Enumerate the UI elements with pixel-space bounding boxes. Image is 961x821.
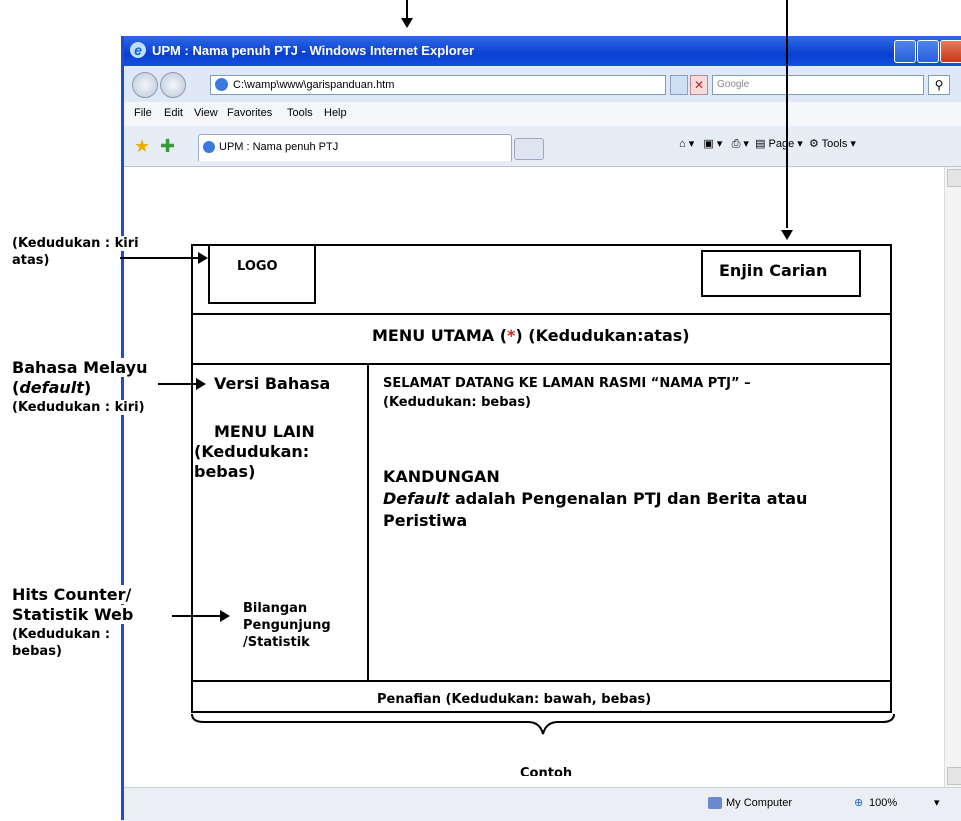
bottom-brace [191, 713, 895, 735]
forward-button[interactable] [160, 72, 186, 98]
tools-menu-label: Tools [821, 138, 848, 150]
menu-tools[interactable]: Tools [287, 107, 313, 119]
zoom-level[interactable]: 100% [869, 797, 897, 809]
truncated-caption: Contoh [520, 762, 590, 776]
annotation-language-line2: (default) [12, 378, 92, 397]
visitor-count-line3: /Statistik [243, 635, 310, 650]
search-engine-label: Enjin Carian [719, 261, 828, 280]
tools-menu-button[interactable]: ⚙ Tools ▾ [809, 138, 856, 150]
back-button[interactable] [132, 72, 158, 98]
new-tab-button[interactable] [514, 138, 544, 160]
stop-button[interactable]: ✕ [690, 75, 708, 95]
annotation-hits-line1: Hits Counter/ [12, 585, 134, 604]
language-version-label: Versi Bahasa [214, 374, 331, 393]
content-default-word: Default [383, 489, 450, 508]
page-menu-label: Page [768, 138, 795, 150]
tab-title: UPM : Nama penuh PTJ [219, 141, 339, 153]
annotation-default-word: default [19, 378, 84, 397]
add-favorites-icon[interactable]: ✚ [160, 136, 175, 157]
close-button[interactable] [940, 40, 961, 63]
command-bar: ⌂ ▾ ▣ ▾ ⎙ ▾ ▤ Page ▾ ⚙ Tools ▾ [679, 137, 856, 151]
zoom-dropdown-icon[interactable]: ▾ [934, 796, 940, 809]
disclaimer-label: Penafian (Kedudukan: bawah, bebas) [377, 692, 652, 707]
search-engine-box: Enjin Carian [701, 250, 861, 297]
minimize-button[interactable] [894, 40, 916, 63]
visitor-count-line2: Pengunjung [243, 618, 331, 633]
computer-icon [708, 797, 722, 809]
main-menu-suffix: ) (Kedudukan:atas) [515, 326, 690, 345]
print-icon[interactable]: ⎙ ▾ [732, 138, 749, 150]
main-menu-prefix: MENU UTAMA ( [372, 326, 508, 345]
page-menu-button[interactable]: ▤ Page ▾ [755, 138, 803, 150]
ie-logo-icon: e [130, 42, 146, 58]
pointer-line-top-left [406, 0, 408, 20]
address-field[interactable]: C:\wamp\www\garispanduan.htm [210, 75, 666, 95]
search-icon[interactable]: ⚲ [928, 75, 950, 95]
annotation-hits-line2: Statistik Web [12, 605, 136, 624]
welcome-line2: (Kedudukan: bebas) [383, 395, 532, 410]
content-description-line2: Peristiwa [383, 511, 468, 530]
menu-bar: File Edit View Favorites Tools Help [124, 102, 961, 127]
content-description-line1: Default adalah Pengenalan PTJ dan Berita… [383, 489, 807, 508]
logo-label: LOGO [237, 259, 278, 274]
header-divider [193, 313, 890, 315]
favorites-star-icon[interactable]: ★ [134, 136, 150, 157]
page-icon [215, 78, 228, 91]
menu-edit[interactable]: Edit [164, 107, 183, 119]
pointer-line-search [786, 0, 788, 228]
feeds-icon[interactable]: ▣ ▾ [703, 138, 722, 150]
annotation-hits-line4: bebas) [12, 644, 62, 659]
annotation-language-line3: (Kedudukan : kiri) [12, 400, 148, 415]
annotation-hits-line3: (Kedudukan : [12, 627, 111, 642]
menu-favorites[interactable]: Favorites [227, 107, 272, 119]
sidebar-divider [367, 363, 369, 680]
title-bar: e UPM : Nama penuh PTJ - Windows Interne… [124, 36, 961, 66]
refresh-button[interactable] [670, 75, 688, 95]
maximize-button[interactable] [917, 40, 939, 63]
pointer-arrow-top-left [401, 18, 413, 28]
other-menu-line3: bebas) [194, 462, 256, 481]
search-input[interactable]: Google [712, 75, 924, 95]
home-icon[interactable]: ⌂ ▾ [679, 138, 694, 150]
search-placeholder: Google [717, 79, 750, 90]
pointer-arrow-search [781, 230, 793, 240]
window-title: UPM : Nama penuh PTJ - Windows Internet … [152, 43, 475, 58]
annotation-logo-line2: atas) [12, 253, 50, 268]
menu-help[interactable]: Help [324, 107, 347, 119]
footer-divider [193, 680, 890, 682]
content-description-text: adalah Pengenalan PTJ dan Berita atau [449, 489, 808, 508]
vertical-scrollbar[interactable] [944, 167, 961, 787]
menu-view[interactable]: View [194, 107, 218, 119]
other-menu-line1: MENU LAIN [214, 422, 315, 441]
address-text: C:\wamp\www\garispanduan.htm [233, 79, 395, 91]
truncated-caption-text: Contoh [520, 766, 573, 776]
tab-current-page[interactable]: UPM : Nama penuh PTJ [198, 134, 512, 161]
tab-bar: ★ ✚ UPM : Nama penuh PTJ ⌂ ▾ ▣ ▾ ⎙ ▾ ▤ P… [124, 126, 961, 167]
tab-page-icon [203, 141, 215, 153]
menu-file[interactable]: File [134, 107, 152, 119]
annotation-language-line1: Bahasa Melayu [12, 358, 150, 377]
other-menu-line2: (Kedudukan: [194, 442, 310, 461]
scroll-up-icon[interactable] [947, 169, 961, 187]
zoom-icon[interactable]: ⊕ [854, 796, 863, 809]
annotation-logo-line1: (Kedudukan : kiri [12, 236, 142, 251]
welcome-line1: SELAMAT DATANG KE LAMAN RASMI “NAMA PTJ”… [383, 376, 751, 391]
content-heading: KANDUNGAN [383, 467, 500, 486]
security-zone: My Computer [726, 797, 793, 809]
scroll-down-icon[interactable] [947, 767, 961, 785]
pointer-line-logo [120, 257, 200, 259]
status-bar: My Computer ⊕ 100% ▾ [124, 787, 961, 821]
address-bar: C:\wamp\www\garispanduan.htm ✕ Google ⚲ [124, 66, 961, 103]
menu-divider [193, 363, 890, 365]
logo-box: LOGO [208, 244, 316, 304]
main-menu-label: MENU UTAMA (*) (Kedudukan:atas) [372, 326, 690, 345]
visitor-count-line1: Bilangan [243, 601, 308, 616]
